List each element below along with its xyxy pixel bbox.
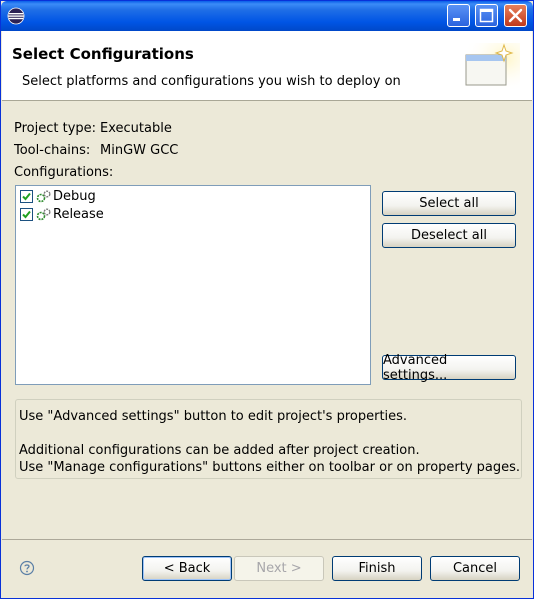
- minimize-icon: [453, 18, 460, 21]
- hint-additional-configs: Additional configurations can be added a…: [19, 443, 420, 458]
- configuration-gears-icon: [36, 190, 51, 203]
- select-all-button[interactable]: Select all: [382, 191, 516, 216]
- configurations-label: Configurations:: [14, 165, 114, 180]
- project-type-label: Project type:: [14, 121, 97, 136]
- configurations-list[interactable]: Debug Release: [15, 185, 371, 385]
- hint-advanced-settings: Use "Advanced settings" button to edit p…: [19, 409, 408, 424]
- cancel-button[interactable]: Cancel: [430, 556, 520, 581]
- minimize-button[interactable]: [447, 4, 470, 27]
- configuration-gears-icon: [36, 208, 51, 221]
- wizard-banner-icon: [460, 43, 520, 93]
- list-item-debug[interactable]: Debug: [20, 188, 96, 205]
- footer-separator: [2, 539, 532, 540]
- close-button[interactable]: [504, 4, 527, 27]
- page-title: Select Configurations: [12, 45, 194, 63]
- toolchains-value: MinGW GCC: [100, 143, 179, 158]
- title-bar[interactable]: [1, 1, 533, 31]
- release-checkbox[interactable]: [20, 208, 33, 221]
- help-icon[interactable]: [19, 560, 35, 576]
- finish-button[interactable]: Finish: [332, 556, 422, 581]
- configuration-name: Release: [53, 207, 104, 222]
- toolchains-label: Tool-chains:: [14, 143, 91, 158]
- back-button[interactable]: < Back: [142, 556, 232, 581]
- deselect-all-button[interactable]: Deselect all: [382, 223, 516, 248]
- project-type-value: Executable: [100, 121, 172, 136]
- maximize-icon: [479, 8, 494, 23]
- checkmark-icon: [22, 210, 31, 219]
- hint-panel: Use "Advanced settings" button to edit p…: [15, 399, 522, 479]
- configuration-name: Debug: [53, 189, 96, 204]
- wizard-header: Select Configurations Select platforms a…: [2, 31, 532, 101]
- next-button[interactable]: Next >: [234, 556, 324, 581]
- close-icon: [508, 8, 523, 23]
- eclipse-app-icon: [7, 7, 25, 25]
- checkmark-icon: [22, 192, 31, 201]
- maximize-button[interactable]: [475, 4, 498, 27]
- page-description: Select platforms and configurations you …: [22, 74, 401, 89]
- dialog-window: Select Configurations Select platforms a…: [0, 0, 534, 599]
- debug-checkbox[interactable]: [20, 190, 33, 203]
- hint-manage-configs: Use "Manage configurations" buttons eith…: [19, 460, 521, 475]
- advanced-settings-button[interactable]: Advanced settings...: [382, 353, 516, 383]
- list-item-release[interactable]: Release: [20, 206, 104, 223]
